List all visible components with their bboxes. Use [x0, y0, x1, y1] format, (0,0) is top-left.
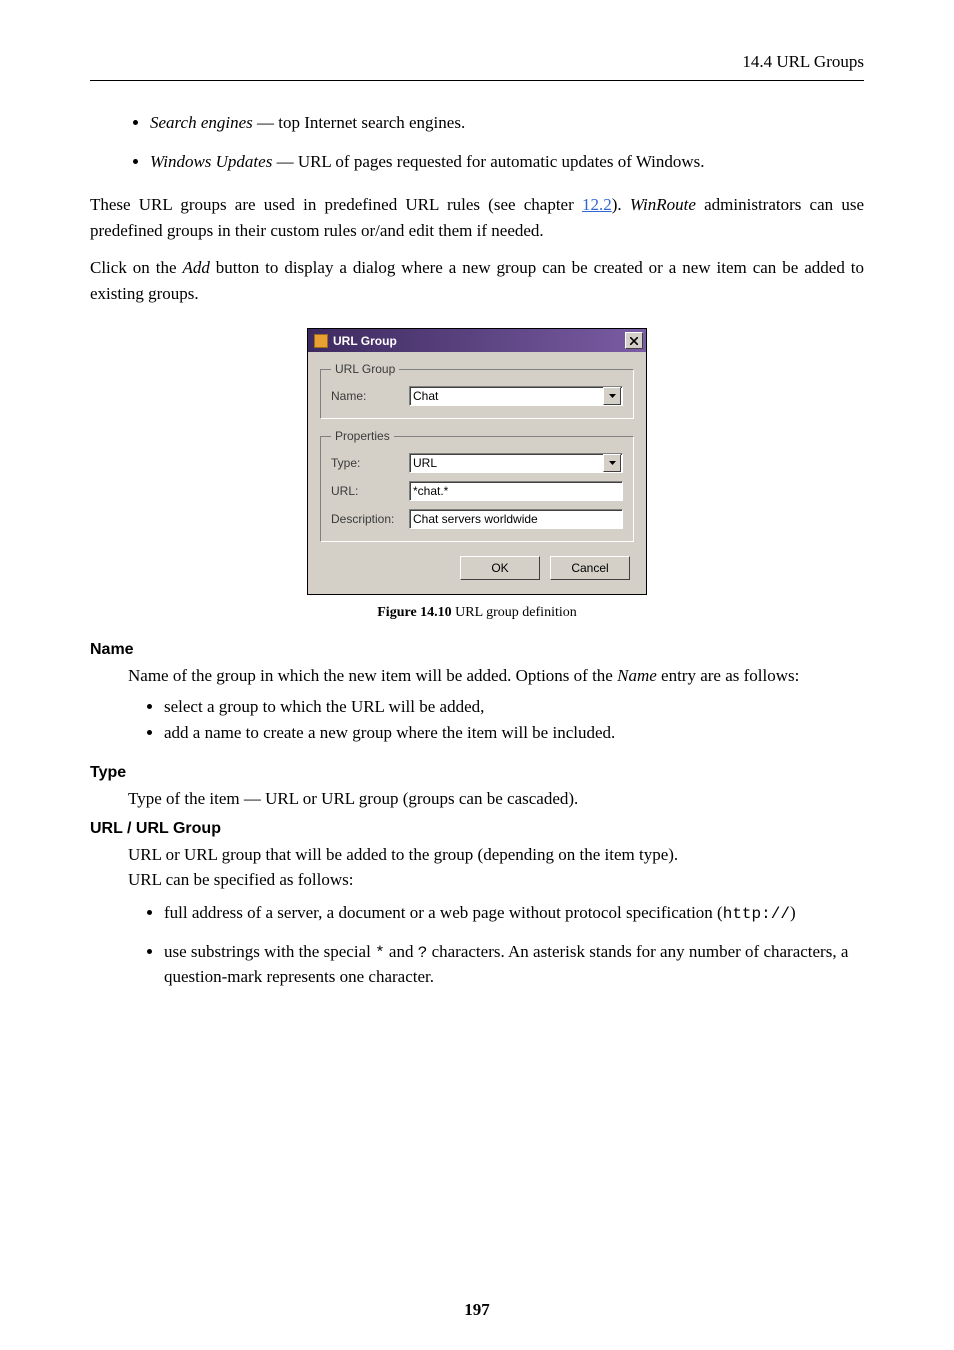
cancel-button[interactable]: Cancel [550, 556, 630, 580]
name-combobox[interactable]: Chat [409, 386, 623, 406]
text: full address of a server, a document or … [164, 903, 723, 922]
definition-term-name: Name [90, 641, 864, 659]
list-item: use substrings with the special * and ? … [164, 940, 864, 990]
fieldset-legend: URL Group [331, 362, 399, 376]
code: * [375, 944, 385, 962]
text: Click on the [90, 258, 182, 277]
figure-number: Figure 14.10 [377, 605, 451, 620]
figure-caption: Figure 14.10 URL group definition [90, 605, 864, 621]
dropdown-button[interactable] [603, 454, 621, 472]
properties-fieldset: Properties Type: URL URL: *ch [320, 429, 634, 542]
button-ref: Add [182, 258, 209, 277]
paragraph: Click on the Add button to display a dia… [90, 255, 864, 306]
header-rule [90, 80, 864, 81]
dialog-titlebar: URL Group [308, 329, 646, 352]
chapter-link[interactable]: 12.2 [582, 195, 612, 214]
url-group-fieldset: URL Group Name: Chat [320, 362, 634, 419]
text: entry are as follows: [657, 666, 800, 685]
dialog-window: URL Group URL Group Name: Chat [307, 328, 647, 595]
description-label: Description: [331, 512, 409, 526]
url-value: *chat.* [413, 484, 448, 498]
text: URL can be specified as follows: [128, 870, 354, 889]
text: ). [612, 195, 630, 214]
app-icon [314, 334, 328, 348]
url-input[interactable]: *chat.* [409, 481, 623, 501]
list-item: add a name to create a new group where t… [164, 721, 864, 746]
page-number: 197 [0, 1300, 954, 1320]
chevron-down-icon [609, 461, 616, 465]
name-label: Name: [331, 389, 409, 403]
term: Windows Updates [150, 152, 272, 171]
intro-bullet-list: Search engines — top Internet search eng… [150, 111, 864, 174]
definition-body: Name of the group in which the new item … [128, 663, 864, 746]
ok-button[interactable]: OK [460, 556, 540, 580]
code: ? [418, 944, 428, 962]
dropdown-button[interactable] [603, 387, 621, 405]
term-desc: — top Internet search engines. [253, 113, 465, 132]
list-item: Search engines — top Internet search eng… [150, 111, 864, 136]
url-label: URL: [331, 484, 409, 498]
text: Name of the group in which the new item … [128, 666, 617, 685]
text: These URL groups are used in predefined … [90, 195, 582, 214]
fieldset-legend: Properties [331, 429, 394, 443]
list-item: select a group to which the URL will be … [164, 695, 864, 720]
paragraph: These URL groups are used in predefined … [90, 192, 864, 243]
text: use substrings with the special [164, 942, 375, 961]
definition-body: URL or URL group that will be added to t… [128, 842, 864, 990]
definition-term-type: Type [90, 764, 864, 782]
type-combobox[interactable]: URL [409, 453, 623, 473]
dialog-title: URL Group [333, 334, 397, 348]
description-value: Chat servers worldwide [413, 512, 538, 526]
definition-body: Type of the item — URL or URL group (gro… [128, 786, 864, 812]
text: and [385, 942, 418, 961]
text: ) [790, 903, 796, 922]
type-label: Type: [331, 456, 409, 470]
code: http:// [723, 905, 790, 923]
url-group-dialog-figure: URL Group URL Group Name: Chat [307, 328, 647, 595]
type-value: URL [413, 456, 437, 470]
list-item: Windows Updates — URL of pages requested… [150, 150, 864, 175]
close-icon [630, 337, 638, 345]
chevron-down-icon [609, 394, 616, 398]
close-button[interactable] [625, 332, 643, 349]
term: Search engines [150, 113, 253, 132]
italic-term: Name [617, 666, 657, 685]
name-value: Chat [413, 389, 438, 403]
product-name: WinRoute [630, 195, 696, 214]
list-item: full address of a server, a document or … [164, 901, 864, 926]
figure-text: URL group definition [452, 605, 577, 620]
text: URL or URL group that will be added to t… [128, 845, 678, 864]
description-input[interactable]: Chat servers worldwide [409, 509, 623, 529]
definition-term-url-group: URL / URL Group [90, 820, 864, 838]
page-header-section: 14.4 URL Groups [90, 52, 864, 72]
term-desc: — URL of pages requested for automatic u… [272, 152, 704, 171]
